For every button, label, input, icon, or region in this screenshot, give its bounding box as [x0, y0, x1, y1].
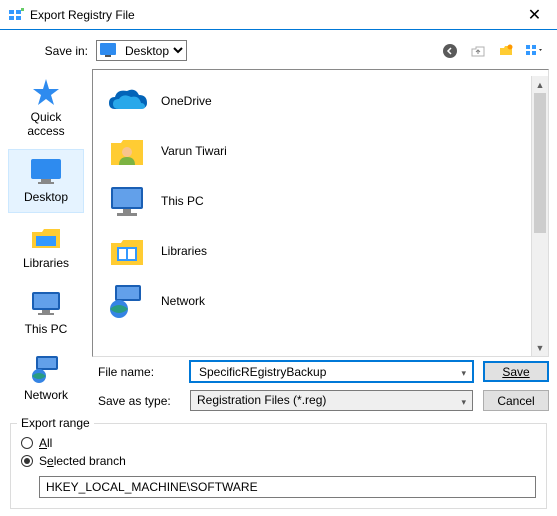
places-bar: Quick access Desktop Libraries This PC N… [8, 69, 84, 357]
place-desktop[interactable]: Desktop [8, 149, 84, 213]
back-icon[interactable] [439, 41, 461, 61]
savetype-select[interactable]: Registration Files (*.reg) ▾ [190, 390, 473, 411]
registry-icon [8, 7, 24, 23]
file-label: Varun Tiwari [161, 144, 227, 158]
new-folder-icon[interactable] [495, 41, 517, 61]
radio-selected-label: Selected branch [39, 454, 126, 468]
chevron-down-icon[interactable]: ▾ [461, 368, 466, 379]
savetype-label: Save as type: [98, 394, 180, 408]
radio-selected-branch[interactable]: Selected branch [21, 454, 536, 468]
titlebar: Export Registry File ✕ [0, 0, 557, 30]
place-label: Libraries [23, 256, 69, 270]
file-list[interactable]: OneDrive Varun Tiwari This PC Libraries … [99, 76, 531, 356]
export-range-legend: Export range [17, 416, 94, 430]
place-label: Network [24, 388, 68, 402]
file-label: This PC [161, 194, 204, 208]
radio-all-label: All [39, 436, 52, 450]
place-label: This PC [25, 322, 68, 336]
file-label: Network [161, 294, 205, 308]
save-in-label: Save in: [8, 44, 88, 58]
scrollbar[interactable]: ▲ ▼ [531, 76, 548, 356]
filename-input[interactable] [197, 364, 452, 380]
file-label: OneDrive [161, 94, 212, 108]
scroll-up-icon[interactable]: ▲ [532, 76, 548, 93]
savetype-value: Registration Files (*.reg) [197, 393, 326, 407]
file-item-user[interactable]: Varun Tiwari [99, 126, 531, 176]
place-quick-access[interactable]: Quick access [8, 69, 84, 147]
file-item-network[interactable]: Network [99, 276, 531, 326]
file-item-thispc[interactable]: This PC [99, 176, 531, 226]
radio-icon [21, 455, 33, 467]
branch-input[interactable] [39, 476, 536, 498]
filename-input-wrap[interactable]: ▾ [190, 361, 473, 382]
radio-icon [21, 437, 33, 449]
file-item-libraries[interactable]: Libraries [99, 226, 531, 276]
save-button[interactable]: Save [483, 361, 549, 382]
chevron-down-icon[interactable]: ▾ [461, 397, 466, 408]
browse-area: Quick access Desktop Libraries This PC N… [0, 69, 557, 357]
place-label: Quick access [11, 110, 81, 138]
toolbar-icons [439, 41, 549, 61]
cancel-button[interactable]: Cancel [483, 390, 549, 411]
place-this-pc[interactable]: This PC [8, 281, 84, 345]
place-libraries[interactable]: Libraries [8, 215, 84, 279]
export-range-group: Export range All Selected branch [10, 423, 547, 509]
view-menu-icon[interactable] [523, 41, 545, 61]
save-in-dropdown[interactable]: Desktop [96, 40, 431, 61]
scroll-track[interactable] [532, 233, 548, 339]
file-list-pane: OneDrive Varun Tiwari This PC Libraries … [92, 69, 549, 357]
file-item-onedrive[interactable]: OneDrive [99, 76, 531, 126]
place-network[interactable]: Network [8, 347, 84, 411]
close-button[interactable]: ✕ [512, 0, 557, 29]
radio-all[interactable]: All [21, 436, 536, 450]
filename-label: File name: [98, 365, 180, 379]
file-label: Libraries [161, 244, 207, 258]
save-in-row: Save in: Desktop [0, 30, 557, 69]
scroll-down-icon[interactable]: ▼ [532, 339, 548, 356]
up-icon[interactable] [467, 41, 489, 61]
place-label: Desktop [24, 190, 68, 204]
save-in-select[interactable]: Desktop [96, 40, 187, 61]
window-title: Export Registry File [30, 8, 512, 22]
scroll-thumb[interactable] [534, 93, 546, 233]
